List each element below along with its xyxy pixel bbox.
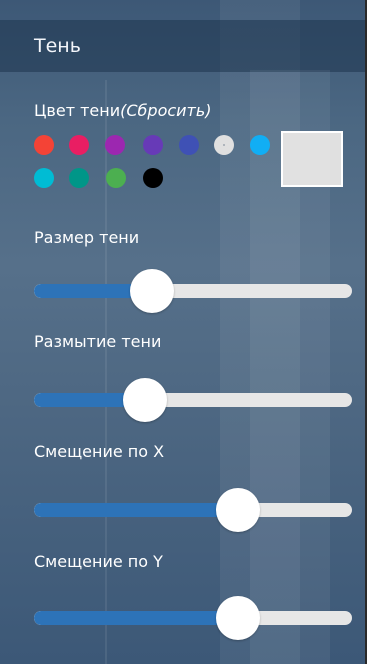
reset-color-link[interactable]: (Сбросить) (120, 101, 211, 120)
slider-label-blur: Размытие тени (34, 332, 162, 351)
swatch-cyan[interactable] (34, 168, 54, 188)
swatch-purple[interactable] (105, 135, 125, 155)
panel-header: Тень (0, 20, 365, 72)
shadow-color-label-text: Цвет тени (34, 101, 121, 120)
offset-y-slider-thumb[interactable] (215, 596, 260, 640)
slider-label-offset-x: Смещение по X (34, 442, 165, 461)
swatch-light-gray[interactable] (214, 135, 234, 155)
swatch-deep-purple[interactable] (143, 135, 163, 155)
shadow-color-label: Цвет тени(Сбросить) (34, 101, 212, 120)
slider-label-size: Размер тени (34, 228, 140, 247)
slider-fill (34, 503, 238, 517)
shadow-blur-slider[interactable] (34, 393, 352, 407)
swatch-teal[interactable] (69, 168, 89, 188)
offset-x-slider-thumb[interactable] (215, 488, 260, 532)
slider-label-offset-y: Смещение по Y (34, 552, 163, 571)
swatch-blue[interactable] (250, 135, 270, 155)
swatch-green[interactable] (106, 168, 126, 188)
slider-fill (34, 611, 238, 625)
panel-title: Тень (34, 35, 81, 57)
shadow-panel: Тень Цвет тени(Сбросить) Размер тени Раз… (0, 0, 367, 664)
swatch-indigo[interactable] (179, 135, 199, 155)
offset-y-slider[interactable] (34, 611, 352, 625)
offset-x-slider[interactable] (34, 503, 352, 517)
swatch-red[interactable] (34, 135, 54, 155)
swatch-pink[interactable] (69, 135, 89, 155)
shadow-size-slider[interactable] (34, 284, 352, 298)
shadow-color-preview (281, 131, 343, 187)
shadow-blur-slider-thumb[interactable] (123, 378, 168, 422)
shadow-size-slider-thumb[interactable] (129, 269, 174, 313)
swatch-black[interactable] (143, 168, 163, 188)
